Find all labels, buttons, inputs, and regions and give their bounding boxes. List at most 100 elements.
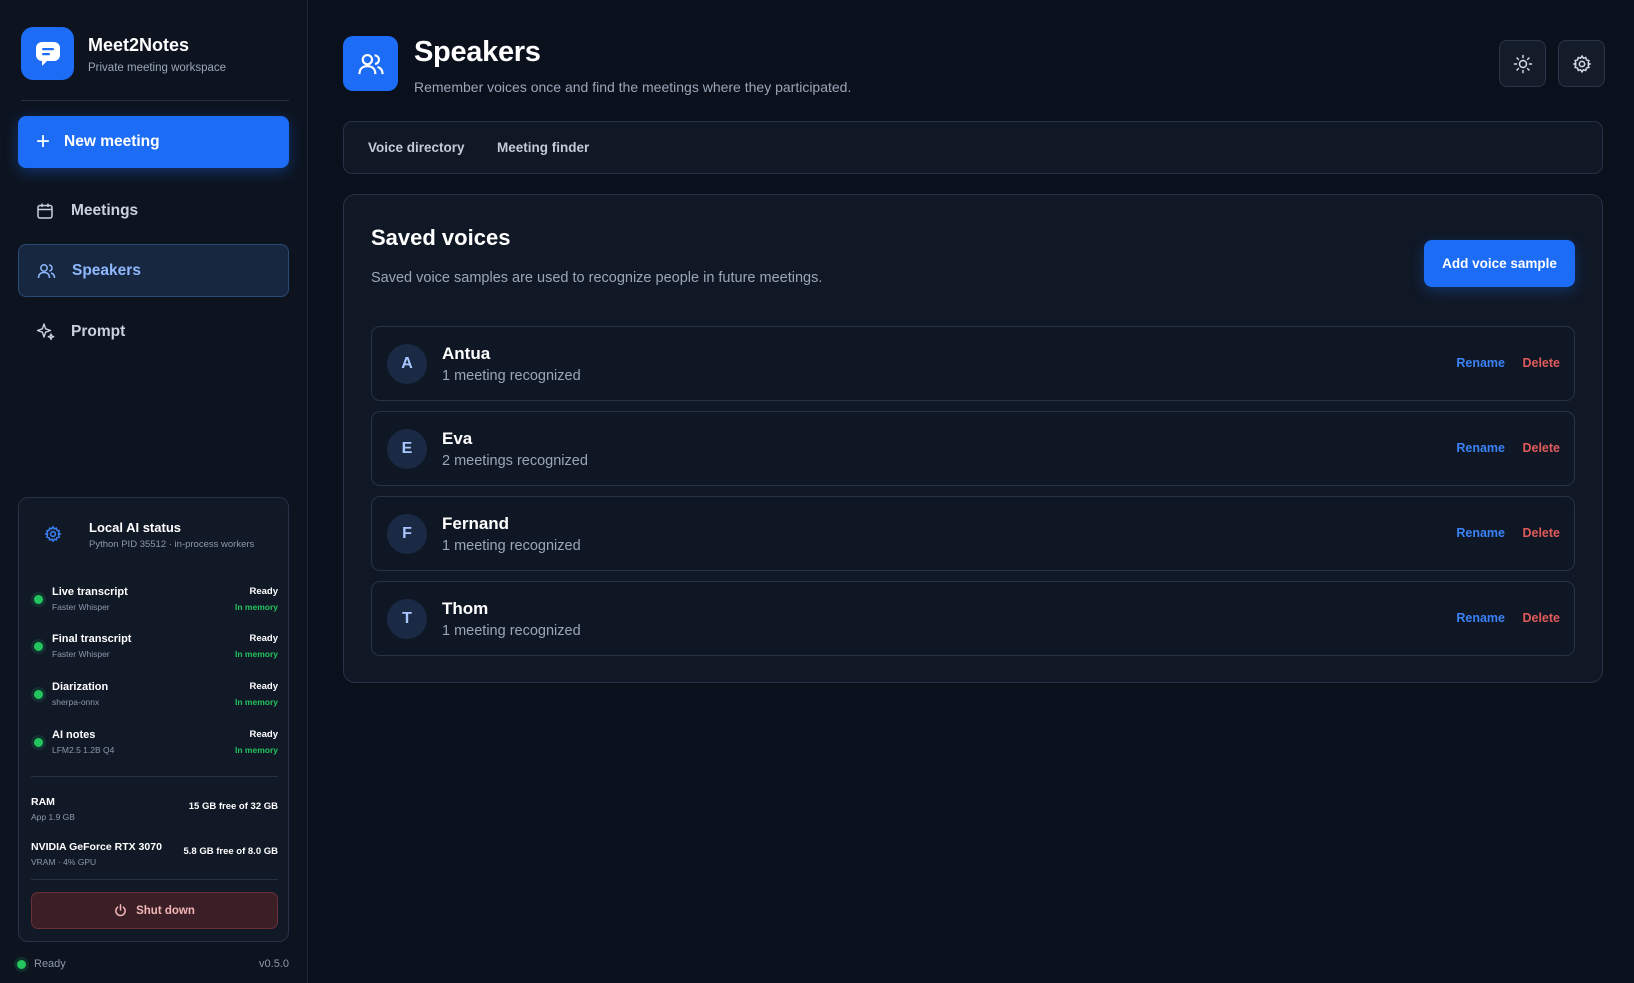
resource-row-ram: RAM App 1.9 GB 15 GB free of 32 GB: [31, 796, 278, 826]
chat-bubble-logo-icon: [21, 27, 74, 80]
service-name: AI notes: [52, 729, 96, 741]
service-state: Ready: [249, 586, 278, 597]
service-row-final-transcript: Final transcript Faster Whisper Ready In…: [31, 631, 278, 663]
service-row-live-transcript: Live transcript Faster Whisper Ready In …: [31, 584, 278, 616]
avatar: T: [387, 599, 427, 639]
resource-sub: VRAM · 4% GPU: [31, 857, 97, 867]
footer-status: Ready: [17, 958, 66, 970]
shut-down-label: Shut down: [136, 904, 195, 917]
status-dot: [34, 595, 43, 604]
rename-button[interactable]: Rename: [1456, 441, 1505, 455]
resource-row-gpu: NVIDIA GeForce RTX 3070 VRAM · 4% GPU 5.…: [31, 841, 278, 871]
users-icon: [36, 261, 56, 281]
resource-sub: App 1.9 GB: [31, 812, 75, 822]
rename-button[interactable]: Rename: [1456, 611, 1505, 625]
service-name: Live transcript: [52, 586, 128, 598]
add-voice-sample-button[interactable]: Add voice sample: [1424, 240, 1575, 287]
new-meeting-label: New meeting: [64, 133, 160, 150]
voice-name: Fernand: [442, 514, 510, 533]
gear-icon: [44, 525, 62, 548]
voice-row: E Eva 2 meetings recognized Rename Delet…: [371, 411, 1575, 486]
avatar: A: [387, 344, 427, 384]
page-title: Speakers: [414, 36, 541, 68]
delete-button[interactable]: Delete: [1522, 526, 1560, 540]
shut-down-button[interactable]: Shut down: [31, 892, 278, 929]
sidebar-item-label: Speakers: [72, 261, 141, 279]
status-dot: [17, 959, 26, 969]
new-meeting-button[interactable]: + New meeting: [18, 116, 289, 168]
app-name: Meet2Notes: [88, 35, 190, 55]
service-memory: In memory: [235, 697, 278, 707]
page-subtitle: Remember voices once and find the meetin…: [414, 79, 852, 95]
delete-button[interactable]: Delete: [1522, 611, 1560, 625]
voice-row: T Thom 1 meeting recognized Rename Delet…: [371, 581, 1575, 656]
voice-meeting-count: 2 meetings recognized: [442, 453, 588, 469]
sidebar-item-label: Prompt: [71, 322, 126, 340]
service-engine: sherpa-onnx: [52, 697, 100, 707]
ai-status-pid: Python PID 35512 · in-process workers: [89, 539, 255, 550]
delete-button[interactable]: Delete: [1522, 356, 1560, 370]
voice-meeting-count: 1 meeting recognized: [442, 538, 581, 554]
tab-meeting-finder[interactable]: Meeting finder: [497, 140, 589, 155]
sidebar-item-label: Meetings: [71, 201, 139, 219]
divider: [31, 776, 278, 777]
service-state: Ready: [249, 681, 278, 692]
service-memory: In memory: [235, 649, 278, 659]
app-subtitle: Private meeting workspace: [88, 62, 227, 74]
tab-voice-directory[interactable]: Voice directory: [368, 140, 465, 155]
calendar-icon: [35, 201, 55, 221]
voice-name: Antua: [442, 344, 491, 363]
app-version: v0.5.0: [259, 958, 289, 970]
service-state: Ready: [249, 729, 278, 740]
plus-icon: +: [36, 128, 51, 155]
rename-button[interactable]: Rename: [1456, 356, 1505, 370]
gear-icon: [1572, 54, 1592, 74]
avatar: E: [387, 429, 427, 469]
ai-status-title: Local AI status: [89, 520, 181, 535]
sidebar: Meet2Notes Private meeting workspace + N…: [0, 0, 308, 983]
voice-row: F Fernand 1 meeting recognized Rename De…: [371, 496, 1575, 571]
settings-button[interactable]: [1558, 40, 1605, 87]
service-row-diarization: Diarization sherpa-onnx Ready In memory: [31, 679, 278, 711]
voice-name: Eva: [442, 429, 473, 448]
service-name: Final transcript: [52, 633, 132, 645]
tab-bar: Voice directory Meeting finder: [343, 121, 1603, 174]
status-dot: [34, 738, 43, 747]
saved-voices-panel: Saved voices Saved voice samples are use…: [343, 194, 1603, 683]
panel-title: Saved voices: [371, 225, 511, 250]
resource-value: 15 GB free of 32 GB: [188, 801, 278, 812]
delete-button[interactable]: Delete: [1522, 441, 1560, 455]
service-engine: Faster Whisper: [52, 649, 110, 659]
brand: Meet2Notes Private meeting workspace: [21, 27, 291, 81]
divider: [21, 100, 289, 101]
service-row-ai-notes: AI notes LFM2.5 1.2B Q4 Ready In memory: [31, 727, 278, 759]
voice-name: Thom: [442, 599, 489, 618]
users-icon: [343, 36, 398, 91]
sparkle-icon: [35, 322, 55, 342]
power-icon: [114, 904, 127, 917]
status-dot: [34, 690, 43, 699]
status-dot: [34, 642, 43, 651]
footer-status-label: Ready: [34, 958, 66, 970]
panel-subtitle: Saved voice samples are used to recogniz…: [371, 270, 823, 286]
service-engine: LFM2.5 1.2B Q4: [52, 745, 115, 755]
service-memory: In memory: [235, 602, 278, 612]
voice-row: A Antua 1 meeting recognized Rename Dele…: [371, 326, 1575, 401]
sidebar-item-prompt[interactable]: Prompt: [18, 305, 289, 358]
voice-meeting-count: 1 meeting recognized: [442, 368, 581, 384]
service-engine: Faster Whisper: [52, 602, 110, 612]
service-name: Diarization: [52, 681, 109, 693]
sun-icon: [1513, 54, 1533, 74]
resource-value: 5.8 GB free of 8.0 GB: [183, 846, 278, 857]
voice-meeting-count: 1 meeting recognized: [442, 623, 581, 639]
divider: [31, 879, 278, 880]
ai-status-card: Local AI status Python PID 35512 · in-pr…: [18, 497, 289, 942]
sidebar-item-speakers[interactable]: Speakers: [18, 244, 289, 297]
sidebar-item-meetings[interactable]: Meetings: [18, 184, 289, 237]
avatar: F: [387, 514, 427, 554]
theme-toggle-button[interactable]: [1499, 40, 1546, 87]
service-state: Ready: [249, 633, 278, 644]
service-memory: In memory: [235, 745, 278, 755]
resource-name: NVIDIA GeForce RTX 3070: [31, 841, 162, 853]
rename-button[interactable]: Rename: [1456, 526, 1505, 540]
